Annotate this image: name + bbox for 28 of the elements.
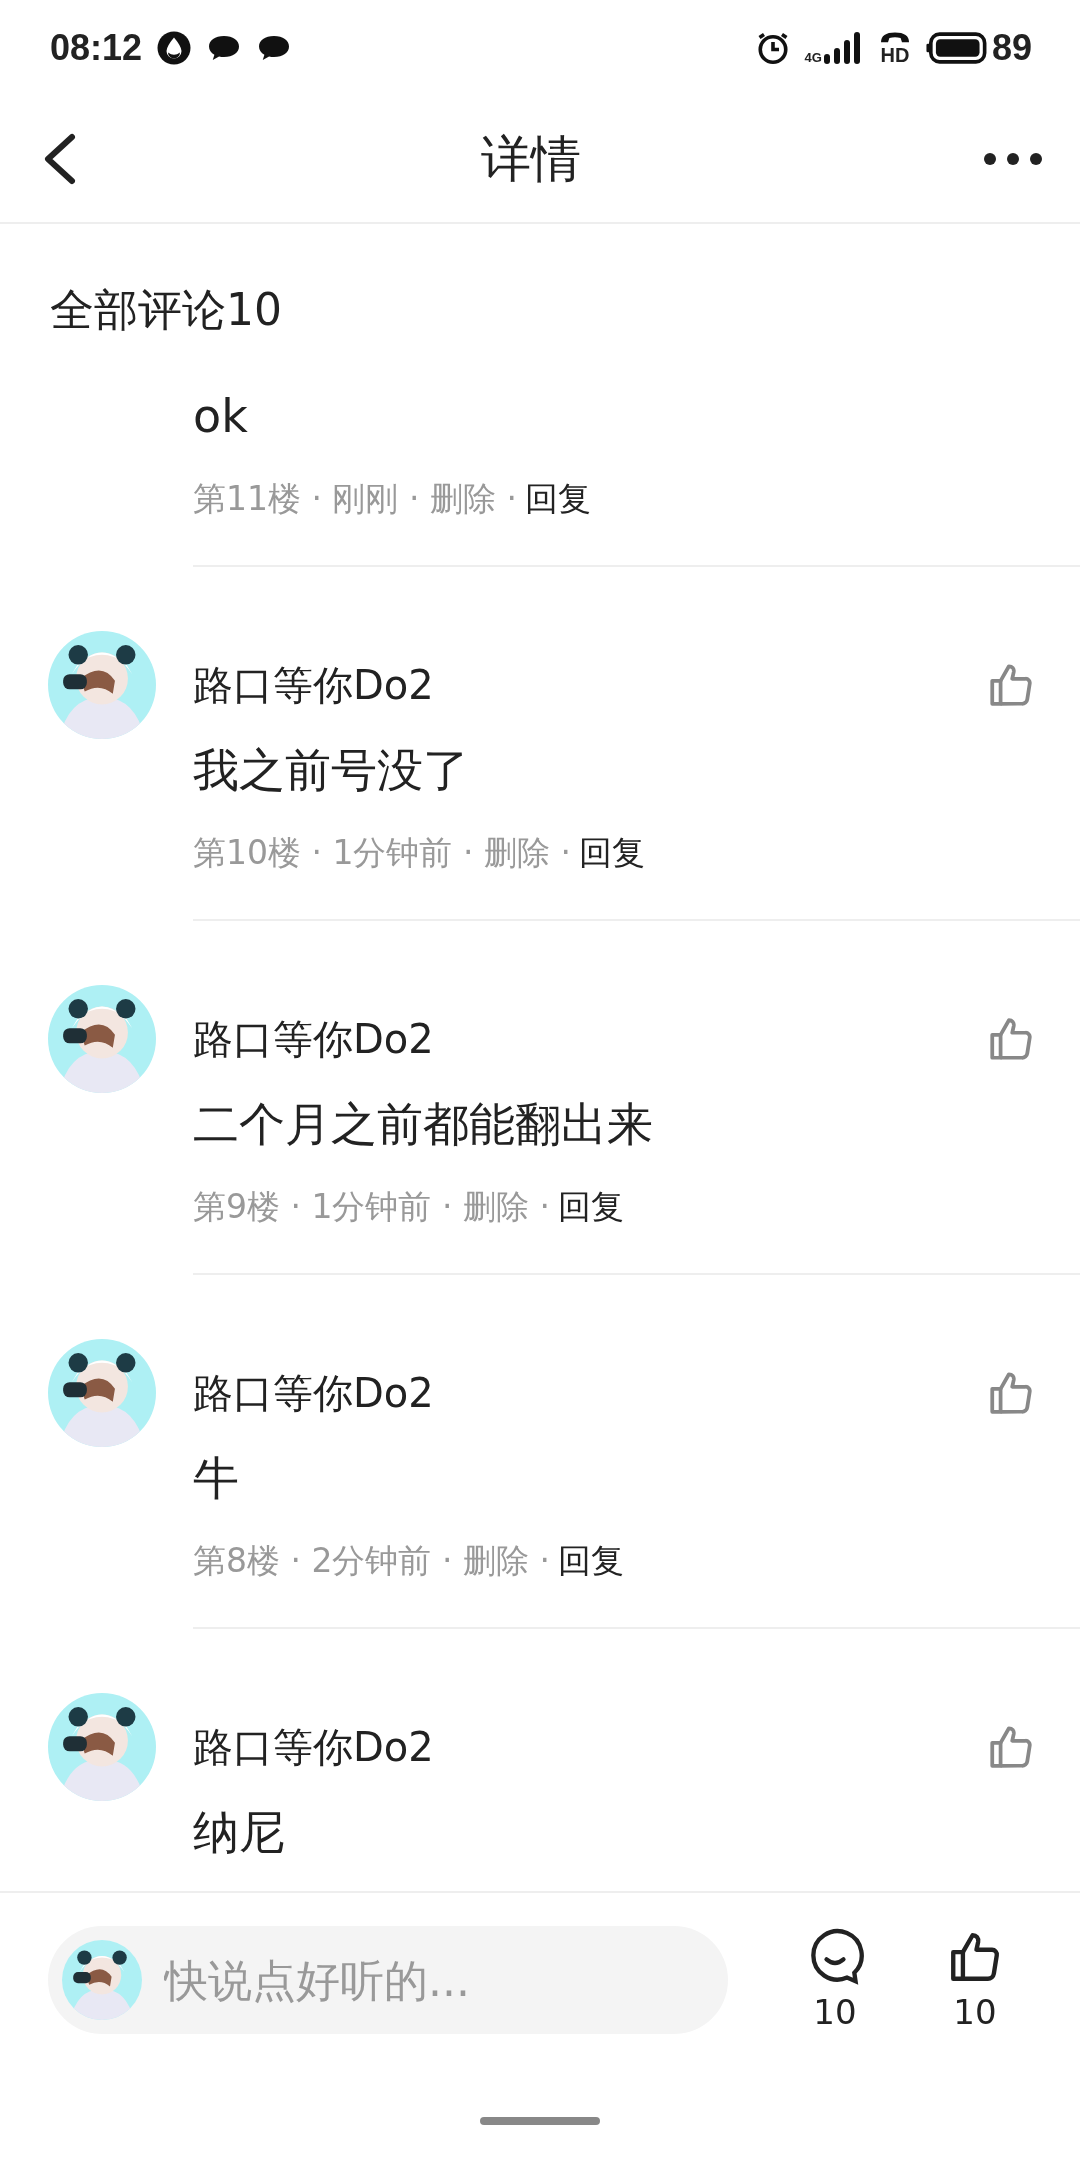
drop-icon [156,30,193,66]
user-name[interactable]: 路口等你Do2 [193,1011,434,1067]
like-count: 10 [953,1992,997,2032]
user-name[interactable]: 路口等你Do2 [193,1719,434,1775]
comment-text: 牛 [193,1450,240,1507]
comment-meta: 第11楼 · 刚刚 · 删除 · [193,479,517,519]
reply-link[interactable]: 回复 [524,479,591,519]
page-title: 详情 [481,128,581,190]
comment-text: 二个月之前都能翻出来 [193,1096,654,1153]
battery-level: 89 [991,27,1032,69]
comment-text: 我之前号没了 [193,742,470,799]
user-name[interactable]: 路口等你Do2 [193,1365,434,1421]
more-icon[interactable] [982,151,1044,167]
reply-link[interactable]: 回复 [557,1541,624,1581]
network-label: 4G [804,51,822,64]
reply-link[interactable]: 回复 [578,833,645,873]
hd-label: HD [880,45,910,65]
clock: 08:12 [50,27,143,69]
comment-meta: 第9楼 · 1分钟前 · 删除 · [193,1187,550,1227]
comment-count: 10 [813,1992,857,2032]
comment-text: ok [193,388,249,445]
section-title: 全部评论10 [49,283,283,337]
comment-meta: 第10楼 · 1分钟前 · 删除 · [193,833,571,873]
reply-link[interactable]: 回复 [557,1187,624,1227]
battery-icon [925,32,988,64]
comment-text: 纳尼 [193,1804,286,1861]
comment-meta: 第8楼 · 2分钟前 · 删除 · [193,1541,550,1581]
user-name[interactable]: 路口等你Do2 [193,657,434,713]
